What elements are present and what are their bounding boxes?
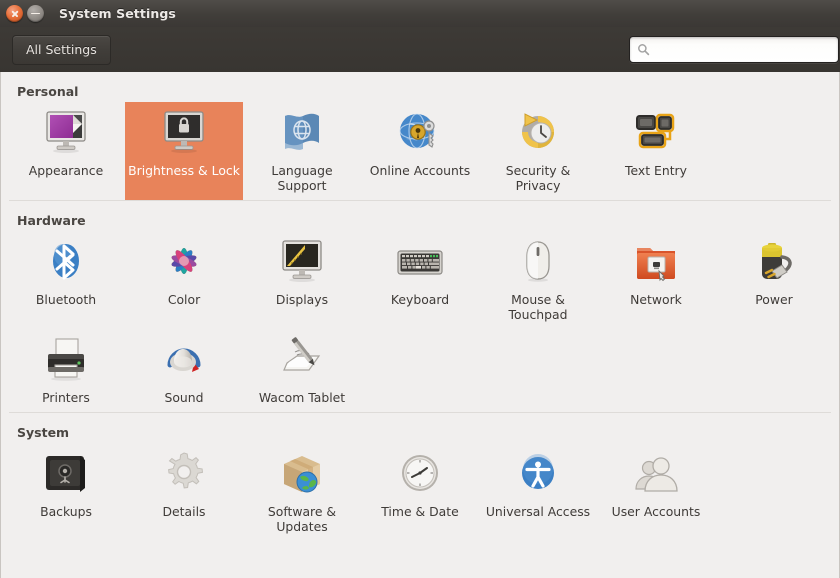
- titlebar: System Settings: [0, 0, 840, 27]
- section-header: Personal: [17, 84, 79, 99]
- settings-tile-appearance[interactable]: Appearance: [7, 102, 125, 200]
- universal-access-icon: [513, 449, 563, 499]
- settings-tile-bluetooth[interactable]: Bluetooth: [7, 231, 125, 329]
- toolbar: All Settings: [0, 27, 840, 72]
- power-icon: [749, 237, 799, 287]
- online-accounts-icon: [395, 108, 445, 158]
- settings-section-personal: Personal Appearance Brightness & Lock La: [1, 72, 839, 200]
- settings-tile-backups[interactable]: Backups: [7, 443, 125, 541]
- wacom-tablet-icon: [277, 335, 327, 385]
- search-input[interactable]: [656, 42, 831, 57]
- details-icon: [159, 449, 209, 499]
- settings-tile-details[interactable]: Details: [125, 443, 243, 541]
- search-box[interactable]: [629, 36, 839, 63]
- network-icon: [631, 237, 681, 287]
- settings-tile-displays[interactable]: Displays: [243, 231, 361, 329]
- settings-tile-mouse-touchpad[interactable]: Mouse & Touchpad: [479, 231, 597, 329]
- settings-tile-label: Printers: [42, 390, 90, 405]
- keyboard-icon: [395, 237, 445, 287]
- settings-tile-label: Appearance: [28, 163, 104, 178]
- settings-tile-user-accounts[interactable]: User Accounts: [597, 443, 715, 541]
- settings-tile-sound[interactable]: Sound: [125, 329, 243, 412]
- settings-grid: Bluetooth Color Displays Keyboard Mouse …: [1, 231, 839, 412]
- section-header: Hardware: [17, 213, 86, 228]
- settings-tile-power[interactable]: Power: [715, 231, 833, 329]
- settings-section-hardware: Hardware Bluetooth Color Displays Keyboa…: [1, 200, 839, 412]
- system-settings-window: System Settings All Settings Personal Ap…: [0, 0, 840, 578]
- settings-tile-label: Mouse & Touchpad: [508, 292, 568, 322]
- appearance-icon: [41, 108, 91, 158]
- settings-tile-brightness-lock[interactable]: Brightness & Lock: [125, 102, 243, 200]
- settings-tile-label: Power: [755, 292, 793, 307]
- settings-tile-security-privacy[interactable]: Security & Privacy: [479, 102, 597, 200]
- settings-tile-network[interactable]: Network: [597, 231, 715, 329]
- settings-tile-label: Time & Date: [381, 504, 459, 519]
- settings-section-system: System Backups Details Software & Update…: [1, 412, 839, 541]
- settings-tile-label: Wacom Tablet: [258, 390, 346, 405]
- settings-tile-label: Sound: [164, 390, 204, 405]
- user-accounts-icon: [631, 449, 681, 499]
- sound-icon: [159, 335, 209, 385]
- settings-tile-color[interactable]: Color: [125, 231, 243, 329]
- backups-icon: [41, 449, 91, 499]
- settings-tile-label: Bluetooth: [35, 292, 97, 307]
- displays-icon: [277, 237, 327, 287]
- settings-tile-label: Backups: [40, 504, 92, 519]
- settings-tile-language-support[interactable]: Language Support: [243, 102, 361, 200]
- settings-grid: Appearance Brightness & Lock Language Su…: [1, 102, 839, 200]
- settings-content: Personal Appearance Brightness & Lock La: [0, 72, 840, 578]
- settings-tile-keyboard[interactable]: Keyboard: [361, 231, 479, 329]
- brightness-lock-icon: [159, 108, 209, 158]
- settings-tile-label: Displays: [275, 292, 329, 307]
- settings-tile-online-accounts[interactable]: Online Accounts: [361, 102, 479, 200]
- settings-tile-label: Details: [162, 504, 206, 519]
- settings-tile-software-updates[interactable]: Software & Updates: [243, 443, 361, 541]
- settings-tile-label: Security & Privacy: [505, 163, 571, 193]
- settings-tile-label: Online Accounts: [369, 163, 471, 178]
- text-entry-icon: [631, 108, 681, 158]
- time-date-icon: [395, 449, 445, 499]
- settings-tile-text-entry[interactable]: Text Entry: [597, 102, 715, 200]
- search-icon: [638, 44, 650, 56]
- settings-tile-label: User Accounts: [611, 504, 701, 519]
- security-privacy-icon: [513, 108, 563, 158]
- settings-tile-label: Color: [167, 292, 201, 307]
- mouse-touchpad-icon: [513, 237, 563, 287]
- settings-tile-label: Universal Access: [485, 504, 591, 519]
- sections-host: Personal Appearance Brightness & Lock La: [1, 72, 839, 541]
- settings-tile-label: Software & Updates: [267, 504, 337, 534]
- settings-tile-wacom-tablet[interactable]: Wacom Tablet: [243, 329, 361, 412]
- settings-tile-label: Language Support: [271, 163, 333, 193]
- minimize-icon[interactable]: [27, 5, 44, 22]
- software-updates-icon: [277, 449, 327, 499]
- bluetooth-icon: [41, 237, 91, 287]
- settings-tile-label: Network: [630, 292, 682, 307]
- window-title: System Settings: [59, 6, 176, 21]
- settings-tile-label: Keyboard: [390, 292, 450, 307]
- printers-icon: [41, 335, 91, 385]
- settings-tile-printers[interactable]: Printers: [7, 329, 125, 412]
- section-header: System: [17, 425, 70, 440]
- settings-tile-universal-access[interactable]: Universal Access: [479, 443, 597, 541]
- settings-grid: Backups Details Software & Updates Time …: [1, 443, 839, 541]
- settings-tile-label: Brightness & Lock: [128, 163, 240, 178]
- all-settings-button[interactable]: All Settings: [12, 34, 111, 65]
- language-support-icon: [277, 108, 327, 158]
- color-icon: [159, 237, 209, 287]
- settings-tile-label: Text Entry: [625, 163, 687, 178]
- close-icon[interactable]: [6, 5, 23, 22]
- settings-tile-time-date[interactable]: Time & Date: [361, 443, 479, 541]
